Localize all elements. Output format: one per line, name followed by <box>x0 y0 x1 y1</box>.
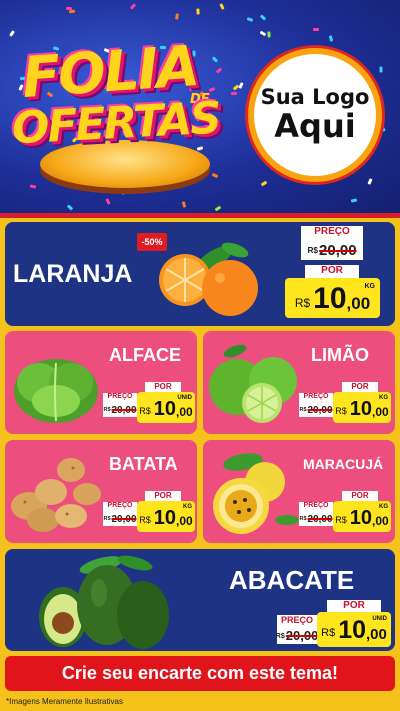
product-card-alface[interactable]: ALFACE PREÇO R$ 20,00 POR R$ 10 ,00 UNID <box>5 331 197 434</box>
product-card-batata[interactable]: BATATA PREÇO R$ 20,00 POR R$ 10 ,00 KG <box>5 440 197 543</box>
por-label-laranja: POR <box>305 265 359 278</box>
old-price-maracuja: R$ 20,00 <box>299 512 333 526</box>
cta-banner[interactable]: Crie seu encarte com este tema! <box>5 656 395 691</box>
confetti-piece <box>367 178 373 185</box>
confetti-piece <box>9 30 15 37</box>
confetti-piece <box>214 205 222 212</box>
product-name-abacate: ABACATE <box>229 565 355 595</box>
passion-fruit-icon <box>213 453 299 534</box>
old-currency: R$ <box>307 245 318 255</box>
confetti-piece <box>196 146 204 151</box>
confetti-piece <box>211 56 219 63</box>
title-ofertas: OFERTAS <box>10 92 221 155</box>
confetti-piece <box>181 181 185 188</box>
confetti-piece <box>350 198 358 203</box>
product-card-limao[interactable]: LIMÃO PREÇO R$ 20,00 POR R$ 10 ,00 KG <box>203 331 395 434</box>
price-cents: ,00 <box>346 294 371 313</box>
confetti-piece <box>313 28 319 31</box>
product-card-laranja[interactable]: LARANJA PREÇO R$ 20,00 POR R$ 10 ,00 KG <box>5 222 395 326</box>
confetti-piece <box>129 3 137 10</box>
confetti-piece <box>238 82 244 89</box>
confetti-piece <box>196 8 200 15</box>
product-name-limao: LIMÃO <box>311 345 369 365</box>
logo-text-line2: Aqui <box>274 106 356 145</box>
por-label-abacate: POR <box>327 600 381 612</box>
lime-icon <box>209 344 297 423</box>
old-price-abacate: R$ 20,00 <box>275 627 319 644</box>
lettuce-icon <box>14 359 98 423</box>
potato-icon <box>11 458 101 532</box>
old-price-value: 20,00 <box>319 241 357 259</box>
product-card-maracuja[interactable]: MARACUJÁ PREÇO R$ 20,00 POR R$ 10 ,00 KG <box>203 440 395 543</box>
por-label-limao: POR <box>342 382 378 392</box>
discount-badge: -50% <box>137 233 167 251</box>
preco-label-limao: PREÇO <box>299 393 333 403</box>
confetti-piece <box>211 172 219 179</box>
header-divider <box>0 213 400 218</box>
old-price-limao: R$ 20,00 <box>299 403 333 417</box>
disclaimer-text: *Imagens Meramente Ilustrativas <box>6 697 123 706</box>
old-price-batata: R$ 20,00 <box>103 512 137 526</box>
confetti-piece <box>379 66 383 73</box>
preco-label-batata: PREÇO <box>103 502 137 512</box>
confetti-piece <box>259 30 267 37</box>
confetti-piece <box>260 180 268 187</box>
preco-label-laranja: PREÇO <box>301 226 363 240</box>
avocado-icon <box>39 555 169 649</box>
por-label-alface: POR <box>145 382 181 392</box>
confetti-piece <box>68 9 76 14</box>
confetti-piece <box>175 13 179 20</box>
product-name-alface: ALFACE <box>109 345 181 365</box>
new-price-limao: R$ 10 ,00 KG <box>333 392 391 423</box>
confetti-piece <box>246 17 254 22</box>
confetti-piece <box>181 201 187 208</box>
product-name-laranja: LARANJA <box>13 260 133 288</box>
confetti-piece <box>328 35 334 42</box>
confetti-piece <box>215 67 223 74</box>
preco-label-maracuja: PREÇO <box>299 502 333 512</box>
currency: R$ <box>294 296 311 310</box>
new-price-alface: R$ 10 ,00 UNID <box>137 392 195 423</box>
confetti-piece <box>267 31 271 38</box>
product-name-maracuja: MARACUJÁ <box>303 456 384 472</box>
preco-label-alface: PREÇO <box>103 393 137 403</box>
logo-placeholder[interactable]: Sua Logo Aqui <box>248 48 382 182</box>
product-name-batata: BATATA <box>109 454 178 474</box>
old-price-laranja: R$ 20,00 <box>301 240 363 260</box>
confetti-piece <box>105 198 111 205</box>
header-banner: FOLIA DE OFERTAS Sua Logo Aqui <box>0 0 400 215</box>
confetti-piece <box>259 14 267 21</box>
new-price-batata: R$ 10 ,00 KG <box>137 501 195 532</box>
unit-label: KG <box>364 283 376 290</box>
confetti-piece <box>65 6 73 11</box>
new-price-abacate: R$ 10 ,00 UNID <box>317 612 391 647</box>
logo-text-line1: Sua Logo <box>260 84 370 109</box>
por-label-batata: POR <box>145 491 181 501</box>
confetti-piece <box>120 188 126 195</box>
price-int: 10 <box>313 282 347 315</box>
por-label-maracuja: POR <box>342 491 378 501</box>
confetti-piece <box>230 91 238 96</box>
confetti-piece <box>66 204 74 211</box>
confetti-piece <box>29 184 37 189</box>
new-price-maracuja: R$ 10 ,00 KG <box>333 501 391 532</box>
new-price-laranja: R$ 10 ,00 KG <box>285 278 380 318</box>
confetti-piece <box>219 3 225 10</box>
old-price-alface: R$ 20,00 <box>103 403 137 417</box>
preco-label-abacate: PREÇO <box>277 615 317 627</box>
product-card-abacate[interactable]: ABACATE PREÇO R$ 20,00 POR R$ 10 ,00 UNI… <box>5 549 395 651</box>
